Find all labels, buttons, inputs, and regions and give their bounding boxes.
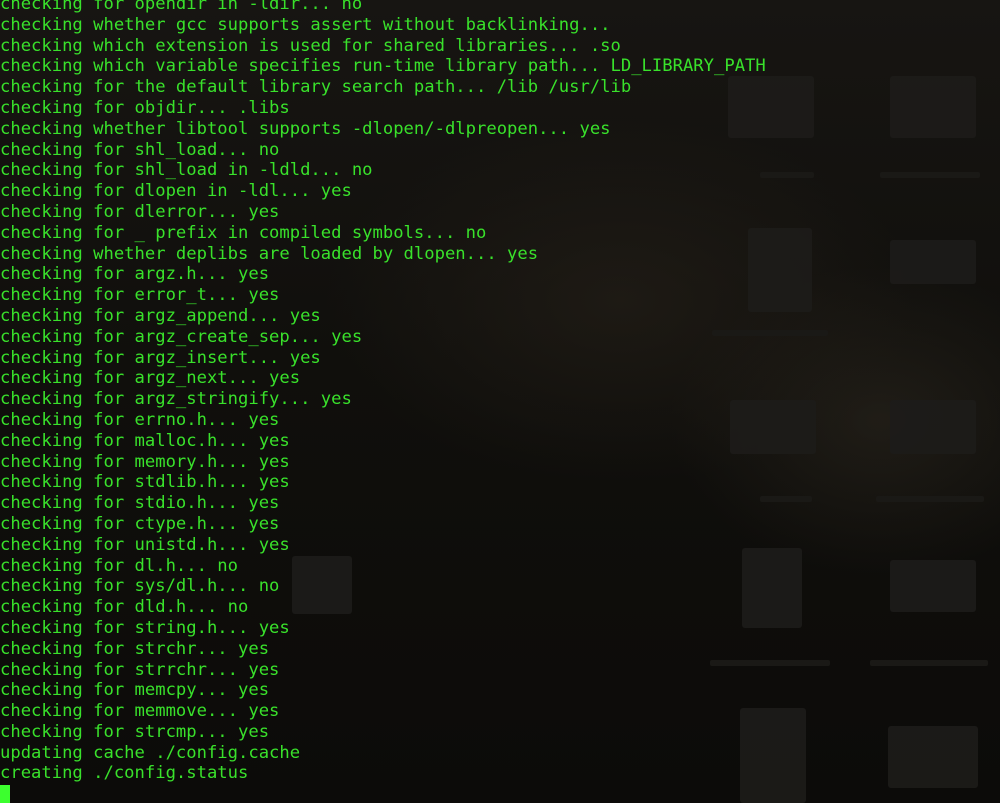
terminal-line: checking for argz_next... yes: [0, 368, 301, 389]
terminal-line: checking for string.h... yes: [0, 617, 290, 638]
terminal-line: checking for objdir... .libs: [0, 97, 290, 118]
terminal-line: checking for dld.h... no: [0, 597, 249, 618]
terminal-line: checking for dlopen in -ldl... yes: [0, 181, 352, 202]
terminal-line: checking for the default library search …: [0, 77, 632, 98]
terminal-output[interactable]: checking for opendir in -ldir... no check…: [0, 0, 1000, 803]
terminal-line: checking for argz.h... yes: [0, 264, 270, 285]
terminal-line: checking for strcmp... yes: [0, 721, 270, 742]
terminal-line: checking for unistd.h... yes: [0, 534, 290, 555]
terminal-cursor: [0, 785, 10, 803]
terminal-line: checking for shl_load in -ldld... no: [0, 160, 373, 181]
terminal-line: checking for shl_load... no: [0, 139, 280, 160]
terminal-line: checking for stdlib.h... yes: [0, 472, 290, 493]
terminal-line: checking whether libtool supports -dlope…: [0, 118, 611, 139]
terminal-line: checking for _ prefix in compiled symbol…: [0, 222, 487, 243]
terminal-line: checking for memory.h... yes: [0, 451, 290, 472]
terminal-line: checking for dlerror... yes: [0, 201, 280, 222]
terminal-line: checking for argz_insert... yes: [0, 347, 321, 368]
terminal-line: checking for sys/dl.h... no: [0, 576, 280, 597]
terminal-line: checking for argz_append... yes: [0, 305, 321, 326]
terminal-line: checking for argz_create_sep... yes: [0, 326, 363, 347]
terminal-line: checking for stdio.h... yes: [0, 493, 280, 514]
terminal-line: checking for malloc.h... yes: [0, 430, 290, 451]
terminal-line: checking for memcpy... yes: [0, 680, 270, 701]
terminal-line: checking for dl.h... no: [0, 555, 238, 576]
terminal-line: creating ./config.status: [0, 763, 249, 784]
terminal-line: checking for memmove... yes: [0, 701, 280, 722]
terminal-line: checking whether deplibs are loaded by d…: [0, 243, 539, 264]
terminal-line: checking for strchr... yes: [0, 638, 270, 659]
terminal-line: updating cache ./config.cache: [0, 742, 301, 763]
terminal-line: checking for strrchr... yes: [0, 659, 280, 680]
terminal-line: checking which variable specifies run-ti…: [0, 56, 766, 77]
terminal-line: checking for opendir in -ldir... no: [0, 0, 363, 14]
terminal-line: checking which extension is used for sha…: [0, 35, 621, 56]
terminal-line: checking for error_t... yes: [0, 285, 280, 306]
terminal-line: checking whether gcc supports assert wit…: [0, 14, 611, 35]
terminal-line: checking for errno.h... yes: [0, 409, 280, 430]
terminal-line: checking for ctype.h... yes: [0, 513, 280, 534]
terminal-line: checking for argz_stringify... yes: [0, 389, 352, 410]
desktop-background: checking for opendir in -ldir... no check…: [0, 0, 1000, 803]
